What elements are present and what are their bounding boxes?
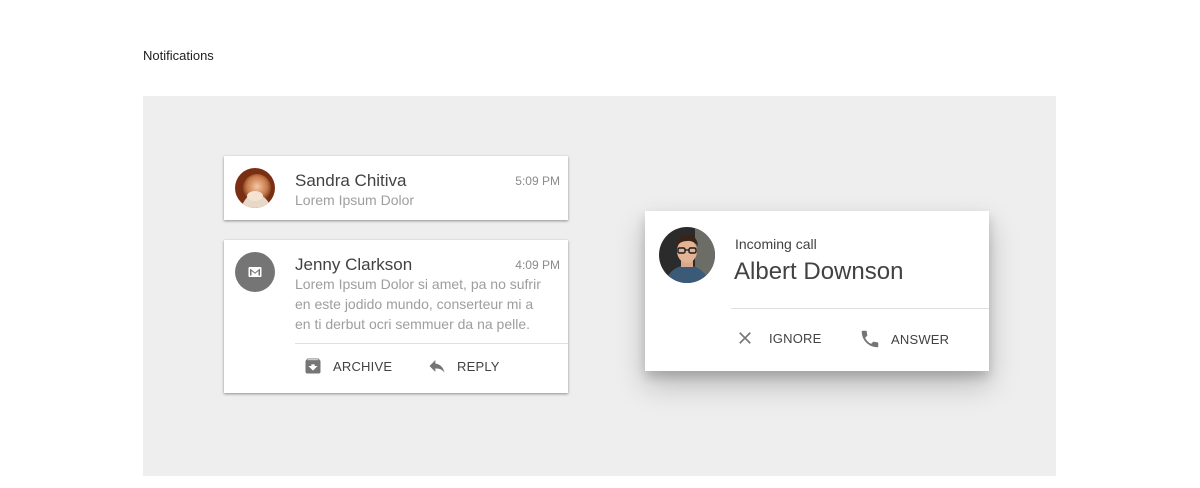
- incoming-call-label: Incoming call: [735, 236, 817, 252]
- section-title: Notifications: [143, 48, 214, 63]
- notification-card-jenny[interactable]: Jenny Clarkson 4:09 PM Lorem Ipsum Dolor…: [224, 240, 568, 393]
- avatar-gmail: [235, 252, 275, 292]
- avatar-albert: [659, 227, 715, 283]
- ignore-button[interactable]: IGNORE: [735, 328, 821, 348]
- notification-time: 4:09 PM: [515, 258, 560, 272]
- portrait-image: [235, 168, 275, 208]
- notification-time: 5:09 PM: [515, 174, 560, 188]
- reply-label: REPLY: [457, 358, 500, 374]
- actions-divider: [295, 343, 568, 344]
- call-actions-divider: [731, 308, 989, 309]
- close-icon: [739, 332, 751, 344]
- ignore-label: IGNORE: [769, 330, 822, 346]
- notification-card-sandra[interactable]: Sandra Chitiva 5:09 PM Lorem Ipsum Dolor: [224, 156, 568, 220]
- reply-icon: [429, 360, 445, 373]
- answer-label: ANSWER: [891, 331, 950, 347]
- sender-name: Jenny Clarkson: [295, 255, 413, 274]
- caller-name: Albert Downson: [734, 258, 904, 285]
- portrait-image: [659, 227, 715, 283]
- incoming-call-card[interactable]: Incoming call Albert Downson IGNORE ANSW…: [645, 211, 989, 371]
- archive-label: ARCHIVE: [333, 358, 393, 374]
- notification-preview: Lorem Ipsum Dolor: [295, 192, 415, 208]
- archive-button[interactable]: ARCHIVE: [303, 356, 392, 376]
- preview-line: Lorem Ipsum Dolor si amet, pa no sufrir: [295, 276, 541, 292]
- preview-line: en este jodido mundo, conserteur mi a: [295, 296, 534, 312]
- reply-button[interactable]: REPLY: [427, 356, 500, 376]
- archive-icon: [305, 358, 321, 374]
- phone-icon: [861, 330, 879, 348]
- gmail-icon: [248, 267, 262, 277]
- answer-button[interactable]: ANSWER: [859, 328, 949, 350]
- preview-line: en ti derbut ocri semmuer da na pelle.: [295, 316, 531, 332]
- notification-preview: Lorem Ipsum Dolor si amet, pa no sufrir …: [295, 274, 563, 334]
- avatar-sandra: [235, 168, 275, 208]
- notifications-stage: Sandra Chitiva 5:09 PM Lorem Ipsum Dolor…: [143, 96, 1056, 476]
- sender-name: Sandra Chitiva: [295, 171, 407, 190]
